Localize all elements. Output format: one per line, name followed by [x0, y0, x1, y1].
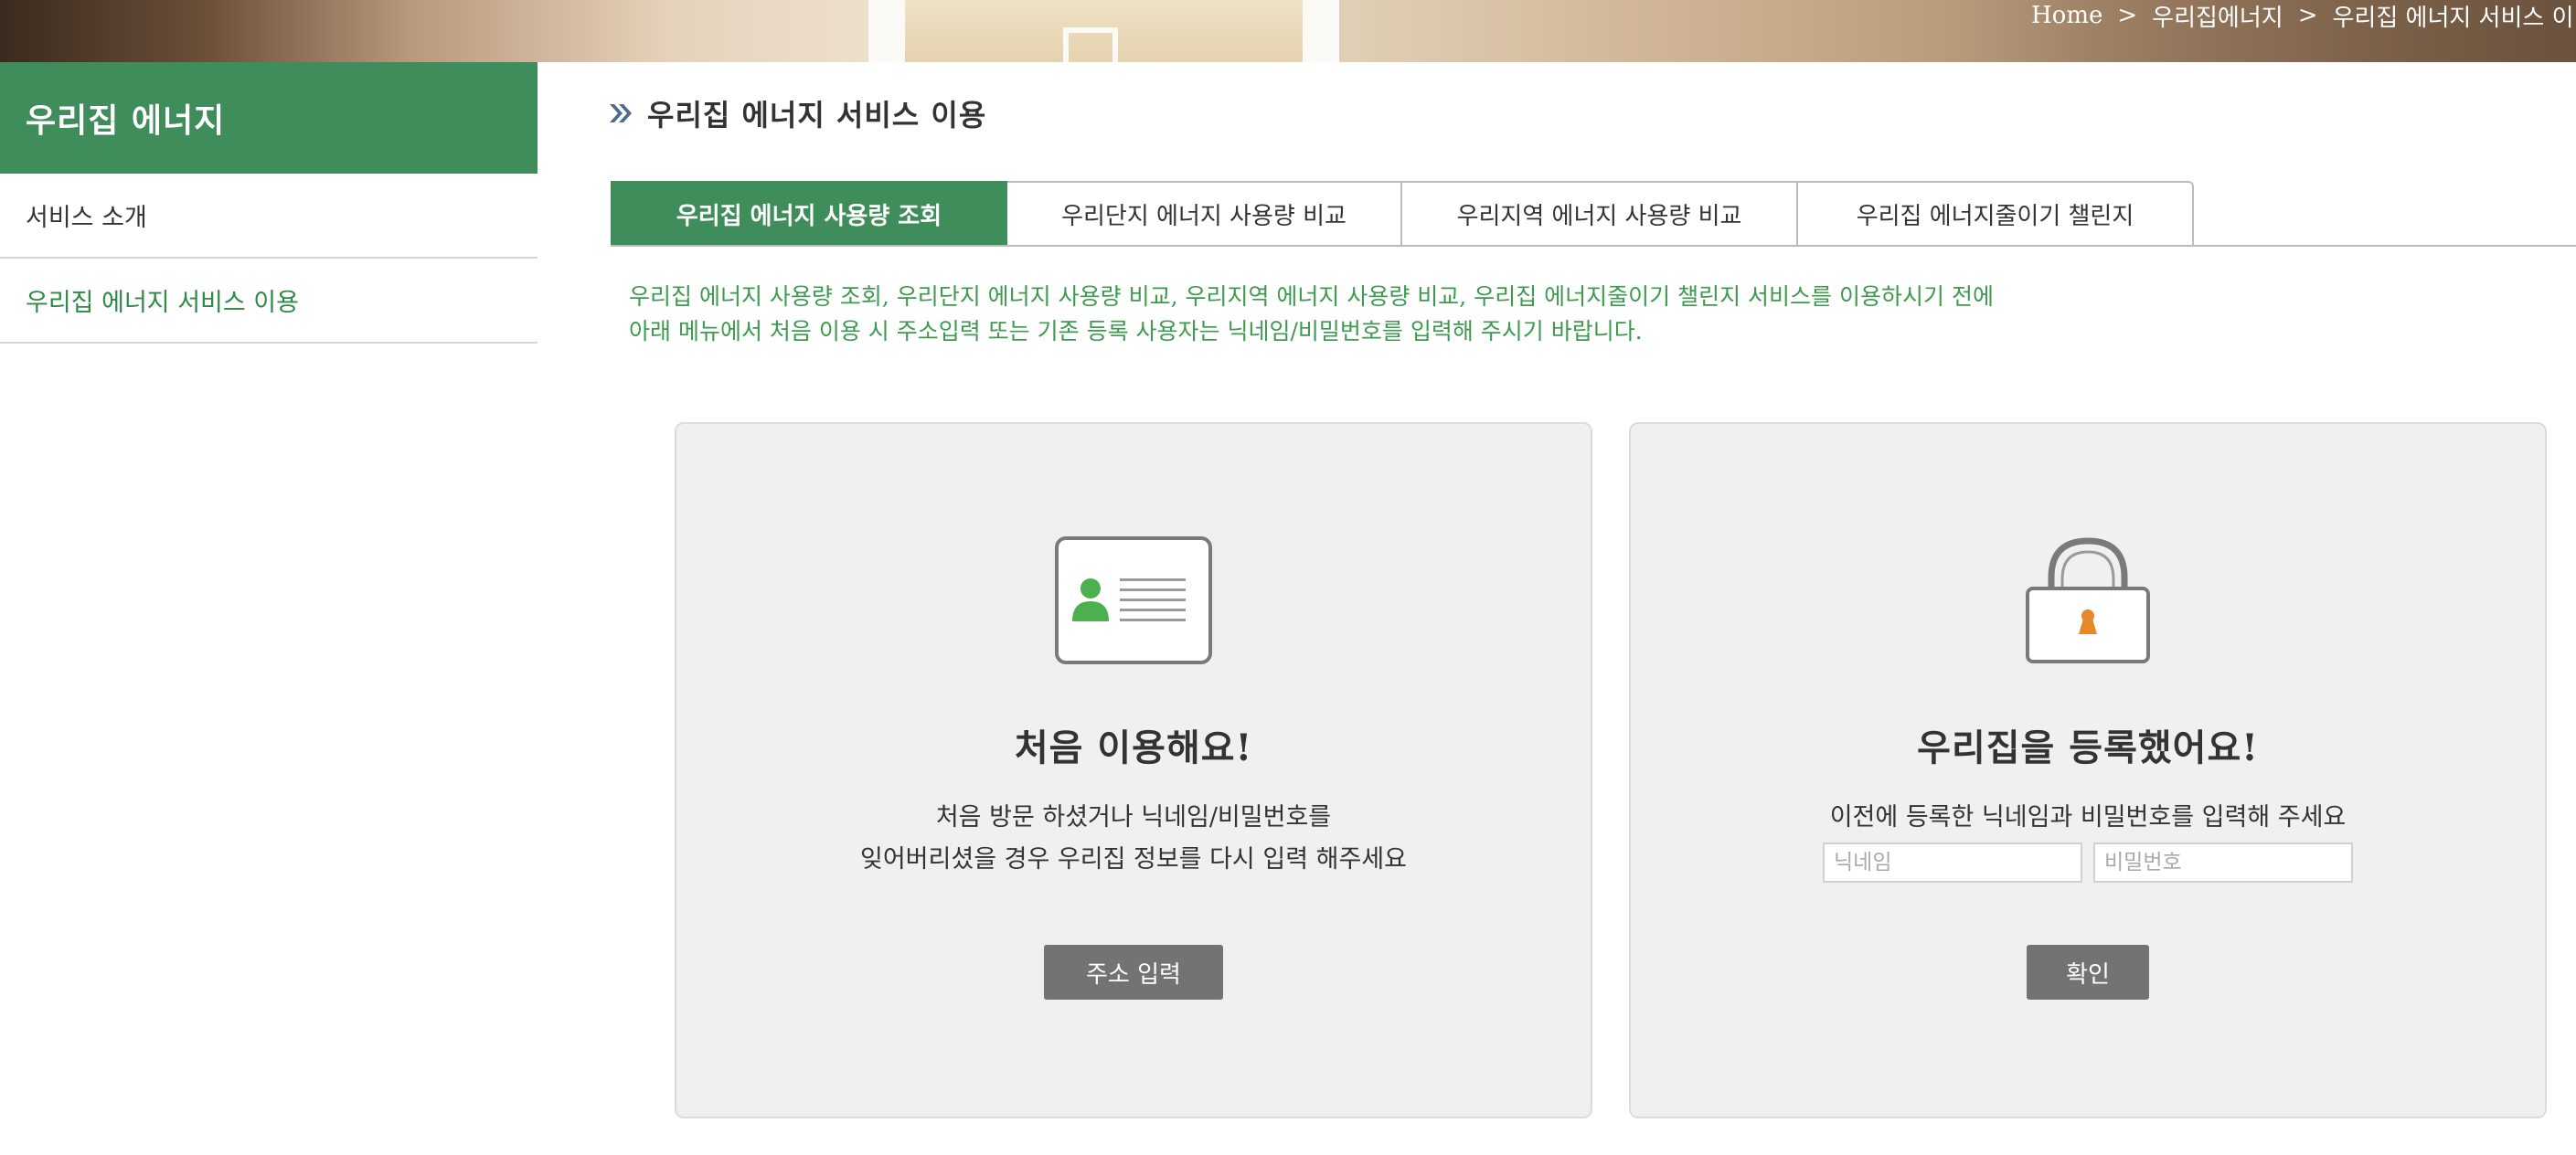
- banner-window-frame: [868, 0, 905, 62]
- id-card-icon: [1055, 536, 1212, 664]
- sidebar-item-service-intro[interactable]: 서비스 소개: [0, 174, 538, 259]
- login-inputs: [1631, 842, 2545, 883]
- registered-card: 우리집을 등록했어요! 이전에 등록한 닉네임과 비밀번호를 입력해 주세요 확…: [1629, 422, 2547, 1118]
- notice-line: 우리집 에너지 사용량 조회, 우리단지 에너지 사용량 비교, 우리지역 에너…: [629, 283, 1994, 310]
- service-tabs: 우리집 에너지 사용량 조회 우리단지 에너지 사용량 비교 우리지역 에너지 …: [611, 181, 2576, 247]
- page-title: 우리집 에너지 서비스 이용: [647, 98, 987, 132]
- top-banner: Home > 우리집에너지 > 우리집 에너지 서비스 이: [0, 0, 2576, 62]
- nickname-input[interactable]: [1823, 842, 2082, 883]
- page-title-row: 우리집 에너지 서비스 이용: [607, 91, 986, 135]
- breadcrumb-separator: >: [2297, 2, 2318, 29]
- breadcrumb: Home > 우리집에너지 > 우리집 에너지 서비스 이: [2031, 0, 2574, 33]
- registered-description: 이전에 등록한 닉네임과 비밀번호를 입력해 주세요: [1829, 803, 2347, 832]
- sidebar-title: 우리집 에너지: [0, 62, 538, 174]
- breadcrumb-our-home-energy[interactable]: 우리집에너지: [2152, 0, 2283, 33]
- breadcrumb-separator: >: [2117, 2, 2138, 29]
- breadcrumb-home[interactable]: Home: [2031, 2, 2102, 29]
- tab-home-energy-usage[interactable]: 우리집 에너지 사용량 조회: [611, 181, 1007, 245]
- breadcrumb-current[interactable]: 우리집 에너지 서비스 이: [2333, 0, 2574, 33]
- sidebar-item-service-use[interactable]: 우리집 에너지 서비스 이용: [0, 259, 538, 344]
- first-time-card: 처음 이용해요! 처음 방문 하셨거나 닉네임/비밀번호를 잊어버리셨을 경우 …: [675, 422, 1592, 1118]
- tab-region-energy-compare[interactable]: 우리지역 에너지 사용량 비교: [1402, 181, 1798, 245]
- sidebar: 우리집 에너지 서비스 소개 우리집 에너지 서비스 이용: [0, 62, 538, 344]
- banner-window-pane: [1063, 27, 1118, 62]
- password-input[interactable]: [2093, 842, 2353, 883]
- lock-icon: [2026, 537, 2150, 663]
- banner-window-frame: [1303, 0, 1339, 62]
- tab-energy-saving-challenge[interactable]: 우리집 에너지줄이기 챌린지: [1798, 181, 2194, 245]
- first-time-desc-line: 잊어버리셨을 경우 우리집 정보를 다시 입력 해주세요: [860, 845, 1407, 874]
- confirm-button[interactable]: 확인: [2027, 945, 2149, 1000]
- notice-line: 아래 메뉴에서 처음 이용 시 주소입력 또는 기존 등록 사용자는 닉네임/비…: [629, 318, 1643, 344]
- double-chevron-icon: [610, 104, 632, 122]
- registered-heading: 우리집을 등록했어요!: [1917, 726, 2259, 769]
- address-input-button[interactable]: 주소 입력: [1044, 945, 1223, 1000]
- notice-text: 우리집 에너지 사용량 조회, 우리단지 에너지 사용량 비교, 우리지역 에너…: [629, 280, 2549, 349]
- first-time-desc-line: 처음 방문 하셨거나 닉네임/비밀번호를: [935, 803, 1332, 832]
- tab-complex-energy-compare[interactable]: 우리단지 에너지 사용량 비교: [1007, 181, 1402, 245]
- first-time-heading: 처음 이용해요!: [1014, 726, 1253, 769]
- first-time-description: 처음 방문 하셨거나 닉네임/비밀번호를 잊어버리셨을 경우 우리집 정보를 다…: [676, 797, 1591, 881]
